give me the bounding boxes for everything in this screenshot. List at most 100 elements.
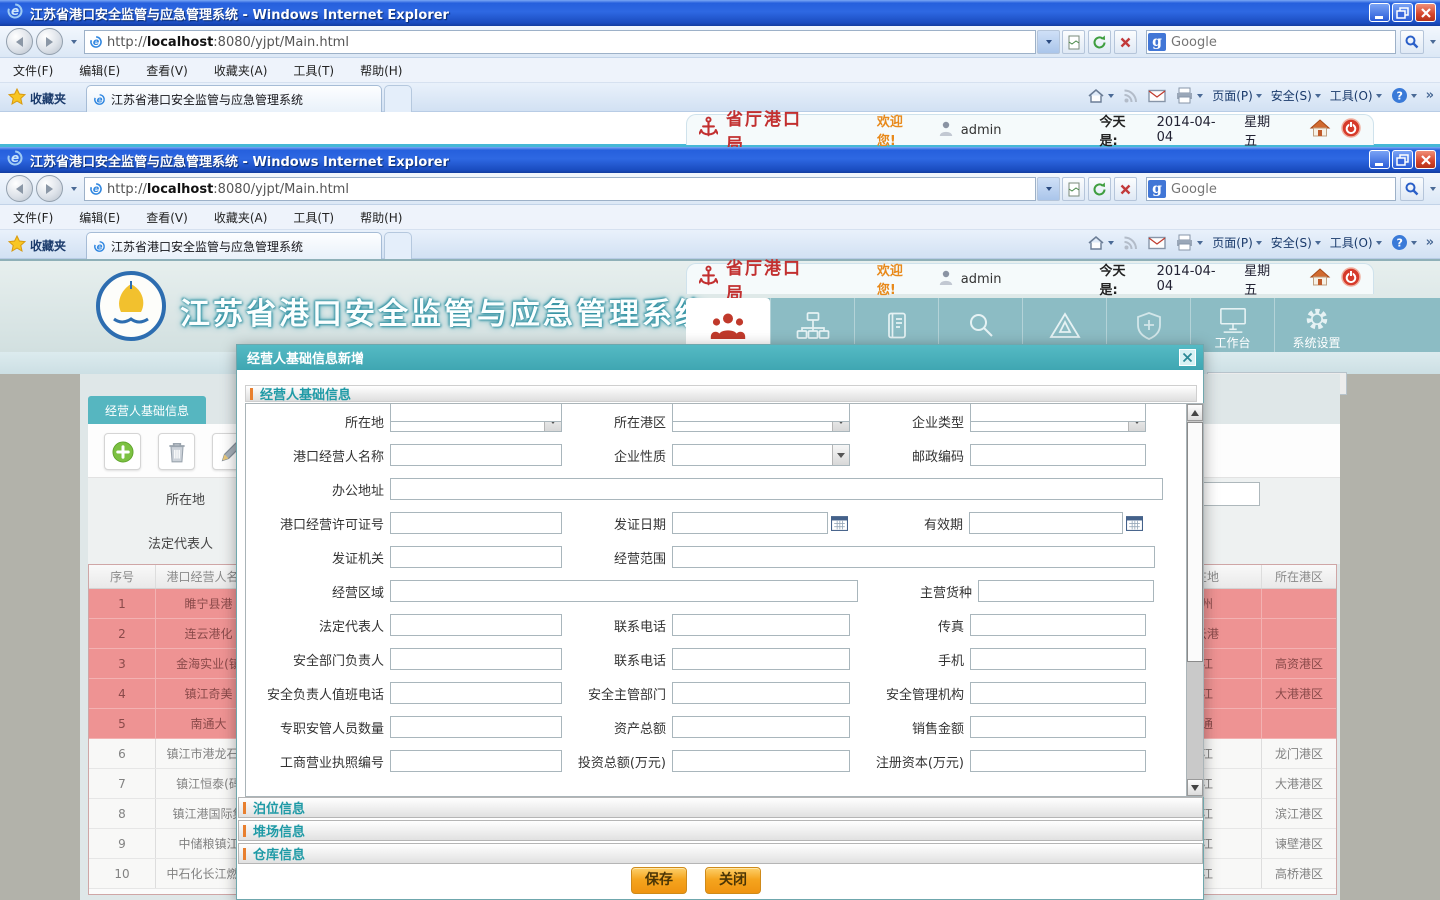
input-field[interactable] <box>970 614 1146 636</box>
favorites-star-icon[interactable] <box>8 235 26 257</box>
search-options-icon[interactable] <box>1430 40 1436 44</box>
input-field[interactable] <box>390 478 1163 500</box>
new-tab-stub[interactable] <box>384 85 412 112</box>
input-field[interactable] <box>672 750 850 772</box>
save-button[interactable]: 保存 <box>631 867 687 894</box>
select-field[interactable] <box>672 444 850 466</box>
menu-tools[interactable]: 工具(T) <box>280 205 347 230</box>
search-input[interactable] <box>1166 35 1394 50</box>
delete-button[interactable] <box>158 433 195 470</box>
minimize-button[interactable] <box>1369 3 1390 22</box>
input-field[interactable] <box>672 512 828 534</box>
favorites-star-icon[interactable] <box>8 88 26 110</box>
search-button[interactable] <box>1400 177 1424 201</box>
minimize-button[interactable] <box>1369 150 1390 169</box>
input-field[interactable] <box>970 750 1146 772</box>
browser-tab[interactable]: e 江苏省港口安全监管与应急管理系统 <box>86 232 382 259</box>
calendar-icon[interactable] <box>1126 515 1144 532</box>
input-field[interactable] <box>390 546 562 568</box>
input-field[interactable] <box>390 512 562 534</box>
scroll-up-icon[interactable] <box>1187 404 1203 421</box>
feeds-icon[interactable] <box>1123 88 1139 104</box>
dialog-close-icon[interactable] <box>1179 349 1196 366</box>
compatibility-view-button[interactable] <box>1062 30 1085 54</box>
col-header-no[interactable]: 序号 <box>89 565 156 588</box>
input-field[interactable] <box>390 580 858 602</box>
scrollbar-thumb[interactable] <box>1187 422 1203 662</box>
input-field[interactable] <box>672 682 850 704</box>
input-field[interactable] <box>970 648 1146 670</box>
home-shortcut-icon[interactable] <box>1309 118 1331 142</box>
input-field[interactable] <box>672 546 1155 568</box>
search-box[interactable]: g <box>1146 177 1396 201</box>
input-field[interactable] <box>390 444 562 466</box>
browser-tab[interactable]: e 江苏省港口安全监管与应急管理系统 <box>86 85 382 112</box>
dropdown-arrow-icon[interactable] <box>832 445 849 465</box>
input-field[interactable] <box>978 580 1154 602</box>
calendar-icon[interactable] <box>831 515 849 532</box>
safety-menu[interactable]: 安全(S) <box>1271 234 1321 251</box>
menu-file[interactable]: 文件(F) <box>0 58 66 83</box>
accordion-yard[interactable]: 堆场信息 <box>238 820 1203 841</box>
close-button[interactable] <box>1415 3 1436 22</box>
menu-file[interactable]: 文件(F) <box>0 205 66 230</box>
input-field[interactable] <box>390 750 562 772</box>
page-menu[interactable]: 页面(P) <box>1212 234 1262 251</box>
input-field[interactable] <box>390 682 562 704</box>
menu-view[interactable]: 查看(V) <box>133 58 201 83</box>
input-field[interactable] <box>672 614 850 636</box>
close-button[interactable] <box>1415 150 1436 169</box>
history-dropdown-icon[interactable] <box>71 40 77 44</box>
restore-button[interactable] <box>1392 150 1413 169</box>
menu-favorites[interactable]: 收藏夹(A) <box>201 205 281 230</box>
url-field[interactable]: e http://localhost:8080/yjpt/Main.html <box>84 177 1036 201</box>
input-field[interactable] <box>969 512 1123 534</box>
safety-menu[interactable]: 安全(S) <box>1271 87 1321 104</box>
search-input[interactable] <box>1166 182 1394 197</box>
back-button[interactable] <box>6 175 33 202</box>
scroll-down-icon[interactable] <box>1187 779 1203 796</box>
tools-menu[interactable]: 工具(O) <box>1330 234 1382 251</box>
mail-icon[interactable] <box>1148 236 1166 250</box>
menu-edit[interactable]: 编辑(E) <box>66 58 133 83</box>
input-field[interactable] <box>970 444 1146 466</box>
home-button[interactable] <box>1087 88 1114 104</box>
input-field[interactable] <box>390 716 562 738</box>
input-field[interactable] <box>970 404 1146 422</box>
home-button[interactable] <box>1087 235 1114 251</box>
favorites-label[interactable]: 收藏夹 <box>30 237 66 254</box>
col-header-zone[interactable]: 所在港区 <box>1261 565 1336 588</box>
search-options-icon[interactable] <box>1430 187 1436 191</box>
url-dropdown-button[interactable] <box>1037 30 1060 54</box>
page-menu[interactable]: 页面(P) <box>1212 87 1262 104</box>
home-shortcut-icon[interactable] <box>1309 267 1331 291</box>
refresh-button[interactable] <box>1088 177 1111 201</box>
tools-menu[interactable]: 工具(O) <box>1330 87 1382 104</box>
menu-favorites[interactable]: 收藏夹(A) <box>201 58 281 83</box>
input-field[interactable] <box>970 682 1146 704</box>
stop-button[interactable] <box>1114 30 1137 54</box>
feeds-icon[interactable] <box>1123 235 1139 251</box>
logout-power-icon[interactable] <box>1341 118 1361 142</box>
favorites-label[interactable]: 收藏夹 <box>30 90 66 107</box>
new-tab-stub[interactable] <box>384 232 412 259</box>
help-button[interactable]: ? <box>1391 87 1417 104</box>
input-field[interactable] <box>970 716 1146 738</box>
search-box[interactable]: g <box>1146 30 1396 54</box>
history-dropdown-icon[interactable] <box>71 187 77 191</box>
dialog-scrollbar[interactable] <box>1186 404 1203 796</box>
help-button[interactable]: ? <box>1391 234 1417 251</box>
menu-edit[interactable]: 编辑(E) <box>66 205 133 230</box>
overflow-chevron-icon[interactable]: » <box>1426 235 1434 250</box>
forward-button[interactable] <box>36 175 63 202</box>
add-button[interactable] <box>104 433 141 470</box>
accordion-berth[interactable]: 泊位信息 <box>238 797 1203 818</box>
print-button[interactable] <box>1175 234 1203 251</box>
url-dropdown-button[interactable] <box>1037 177 1060 201</box>
input-field[interactable] <box>390 404 562 422</box>
compatibility-view-button[interactable] <box>1062 177 1085 201</box>
section-header-basic[interactable]: 经营人基础信息 <box>245 385 1197 402</box>
input-field[interactable] <box>390 614 562 636</box>
stop-button[interactable] <box>1114 177 1137 201</box>
nav-settings[interactable]: 系统设置 <box>1274 298 1358 354</box>
